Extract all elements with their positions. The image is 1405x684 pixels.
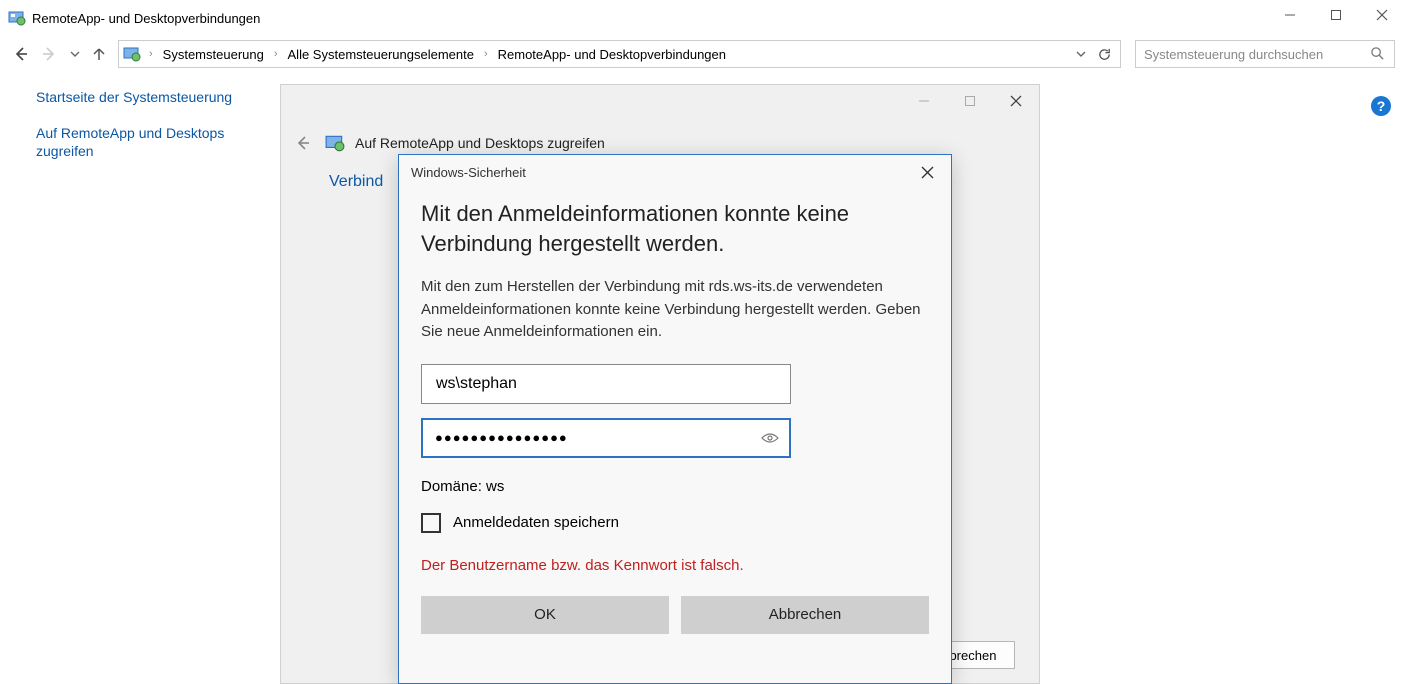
checkbox-icon [421,513,441,533]
remember-label: Anmeldedaten speichern [453,514,619,531]
breadcrumb-item[interactable]: RemoteApp- und Desktopverbindungen [496,45,728,64]
nav-up-button[interactable] [90,43,108,65]
sidebar-link-access[interactable]: Auf RemoteApp und Desktops zugreifen [36,124,253,160]
remoteapp-path-icon [123,45,141,63]
username-field[interactable] [421,364,791,404]
window-titlebar: RemoteApp- und Desktopverbindungen [0,0,1405,36]
username-input[interactable] [434,374,778,394]
search-icon [1370,46,1386,62]
ok-label: OK [534,606,556,623]
nav-history-dropdown[interactable] [66,43,84,65]
remember-checkbox[interactable]: Anmeldedaten speichern [421,513,929,533]
search-placeholder: Systemsteuerung durchsuchen [1144,47,1370,62]
wizard-heading-truncated: Verbind [329,173,383,190]
reveal-password-icon[interactable] [761,432,779,444]
chevron-right-icon: › [480,48,492,60]
wizard-back-button[interactable] [291,131,315,155]
address-bar[interactable]: › Systemsteuerung › Alle Systemsteuerung… [118,40,1121,68]
remoteapp-wizard-icon [325,133,345,153]
search-input[interactable]: Systemsteuerung durchsuchen [1135,40,1395,68]
security-dialog-title: Windows-Sicherheit [411,165,526,180]
remoteapp-icon [8,9,26,27]
nav-forward-button[interactable] [38,43,60,65]
wizard-maximize-button[interactable] [947,87,993,115]
wizard-close-button[interactable] [993,87,1039,115]
nav-back-button[interactable] [10,43,32,65]
chevron-right-icon: › [270,48,282,60]
maximize-button[interactable] [1313,0,1359,30]
security-heading: Mit den Anmeldeinformationen konnte kein… [421,199,929,258]
cancel-button[interactable]: Abbrechen [681,596,929,634]
domain-label: Domäne: ws [421,478,929,495]
cancel-label: Abbrechen [769,606,842,623]
refresh-button[interactable] [1092,42,1116,66]
ok-button[interactable]: OK [421,596,669,634]
security-dialog-titlebar: Windows-Sicherheit [399,155,951,189]
password-masked: ●●●●●●●●●●●●●●● [435,430,568,445]
sidebar-link-home[interactable]: Startseite der Systemsteuerung [36,88,253,106]
breadcrumb-item[interactable]: Systemsteuerung [161,45,266,64]
minimize-button[interactable] [1267,0,1313,30]
breadcrumb-item[interactable]: Alle Systemsteuerungselemente [286,45,476,64]
window-title: RemoteApp- und Desktopverbindungen [32,11,260,26]
close-button[interactable] [1359,0,1405,30]
error-message: Der Benutzername bzw. das Kennwort ist f… [421,557,929,574]
nav-bar: › Systemsteuerung › Alle Systemsteuerung… [0,36,1405,72]
chevron-right-icon: › [145,48,157,60]
wizard-title: Auf RemoteApp und Desktops zugreifen [355,135,605,151]
security-message: Mit den zum Herstellen der Verbindung mi… [421,276,929,344]
security-dialog: Windows-Sicherheit Mit den Anmeldeinform… [398,154,952,684]
chevron-down-icon[interactable] [1076,49,1086,59]
wizard-minimize-button[interactable] [901,87,947,115]
sidebar: Startseite der Systemsteuerung Auf Remot… [0,72,265,683]
password-field[interactable]: ●●●●●●●●●●●●●●● [421,418,791,458]
security-close-button[interactable] [909,159,945,185]
wizard-titlebar [281,85,1039,121]
